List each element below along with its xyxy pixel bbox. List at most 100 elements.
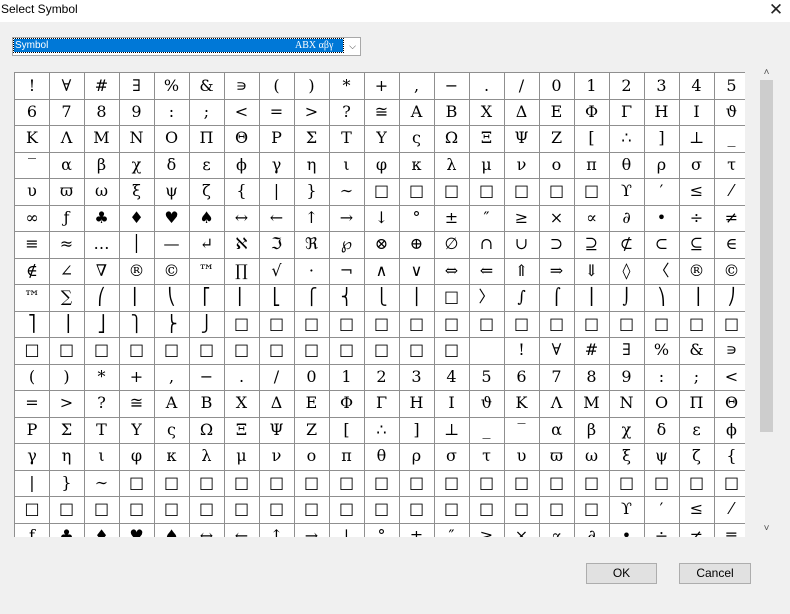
- symbol-cell[interactable]: Υ: [119, 416, 155, 444]
- symbol-cell[interactable]: □: [469, 496, 505, 524]
- symbol-cell[interactable]: ): [294, 72, 330, 100]
- symbol-cell[interactable]: •: [644, 204, 680, 232]
- symbol-cell[interactable]: □: [364, 496, 400, 524]
- symbol-cell[interactable]: τ: [469, 443, 505, 471]
- symbol-cell[interactable]: ξ: [609, 443, 645, 471]
- symbol-cell[interactable]: Π: [189, 125, 225, 153]
- symbol-cell[interactable]: —: [154, 231, 190, 259]
- symbol-cell[interactable]: 6: [14, 98, 50, 126]
- symbol-cell[interactable]: ≈: [49, 231, 85, 259]
- symbol-cell[interactable]: □: [189, 337, 225, 365]
- symbol-cell[interactable]: Ω: [189, 416, 225, 444]
- symbol-cell[interactable]: !: [14, 72, 50, 100]
- symbol-cell[interactable]: □: [154, 337, 190, 365]
- symbol-cell[interactable]: ×: [504, 522, 540, 537]
- symbol-cell[interactable]: ψ: [154, 178, 190, 206]
- symbol-cell[interactable]: ℜ: [294, 231, 330, 259]
- symbol-cell[interactable]: □: [644, 469, 680, 497]
- symbol-cell[interactable]: ↑: [259, 522, 295, 537]
- symbol-cell[interactable]: ♣: [84, 204, 120, 232]
- symbol-cell[interactable]: ν: [259, 443, 295, 471]
- symbol-cell[interactable]: □: [539, 310, 575, 338]
- symbol-cell[interactable]: □: [224, 310, 260, 338]
- symbol-cell[interactable]: Χ: [224, 390, 260, 418]
- symbol-cell[interactable]: ς: [399, 125, 435, 153]
- symbol-cell[interactable]: <: [714, 364, 745, 391]
- symbol-cell[interactable]: ∅: [434, 231, 470, 259]
- symbol-cell[interactable]: Α: [399, 98, 435, 126]
- symbol-cell[interactable]: ω: [84, 178, 120, 206]
- symbol-cell[interactable]: °: [399, 204, 435, 232]
- symbol-cell[interactable]: ≅: [119, 390, 155, 418]
- symbol-cell[interactable]: □: [574, 310, 610, 338]
- symbol-cell[interactable]: ⇑: [504, 257, 540, 285]
- symbol-cell[interactable]: ∼: [84, 469, 120, 497]
- symbol-cell[interactable]: ℘: [329, 231, 365, 259]
- symbol-cell[interactable]: 9: [609, 363, 645, 391]
- symbol-cell[interactable]: >: [49, 390, 85, 418]
- symbol-cell[interactable]: □: [259, 310, 295, 338]
- symbol-cell[interactable]: ≤: [679, 178, 715, 206]
- symbol-cell[interactable]: σ: [434, 443, 470, 471]
- symbol-cell[interactable]: ◊: [609, 257, 645, 285]
- symbol-cell[interactable]: Ν: [119, 125, 155, 153]
- symbol-cell[interactable]: 4: [679, 72, 715, 100]
- symbol-cell[interactable]: ′: [644, 496, 680, 524]
- symbol-cell[interactable]: □: [49, 496, 85, 524]
- symbol-cell[interactable]: θ: [364, 443, 400, 471]
- symbol-cell[interactable]: −: [189, 363, 225, 391]
- symbol-cell[interactable]: π: [329, 443, 365, 471]
- symbol-cell[interactable]: ?: [329, 98, 365, 126]
- symbol-cell[interactable]: □: [154, 496, 190, 524]
- symbol-cell[interactable]: _: [714, 125, 745, 153]
- symbol-cell[interactable]: 7: [539, 363, 575, 391]
- symbol-cell[interactable]: &: [679, 337, 715, 365]
- symbol-cell[interactable]: □: [294, 496, 330, 524]
- symbol-cell[interactable]: [469, 337, 505, 365]
- symbol-cell[interactable]: 9: [119, 98, 155, 126]
- symbol-cell[interactable]: □: [539, 496, 575, 524]
- symbol-cell[interactable]: ⎥: [49, 310, 85, 338]
- symbol-cell[interactable]: □: [504, 178, 540, 206]
- symbol-cell[interactable]: ο: [294, 443, 330, 471]
- symbol-cell[interactable]: ≡: [714, 523, 745, 538]
- symbol-cell[interactable]: ⇒: [539, 257, 575, 285]
- symbol-cell[interactable]: ⌡: [609, 284, 645, 312]
- symbol-cell[interactable]: □: [49, 337, 85, 365]
- symbol-cell[interactable]: .: [224, 363, 260, 391]
- symbol-cell[interactable]: ™: [14, 284, 50, 312]
- symbol-cell[interactable]: ϕ: [714, 417, 745, 444]
- symbol-cell[interactable]: ↵: [189, 231, 225, 259]
- symbol-cell[interactable]: Μ: [84, 125, 120, 153]
- symbol-cell[interactable]: :: [644, 363, 680, 391]
- symbol-cell[interactable]: ]: [399, 416, 435, 444]
- symbol-cell[interactable]: ρ: [399, 443, 435, 471]
- symbol-cell[interactable]: Γ: [609, 98, 645, 126]
- symbol-cell[interactable]: □: [434, 469, 470, 497]
- symbol-cell[interactable]: ∠: [49, 257, 85, 285]
- symbol-cell[interactable]: 4: [434, 363, 470, 391]
- symbol-cell[interactable]: +: [119, 363, 155, 391]
- symbol-cell[interactable]: □: [364, 178, 400, 206]
- symbol-cell[interactable]: □: [399, 178, 435, 206]
- symbol-cell[interactable]: ←: [259, 204, 295, 232]
- symbol-cell[interactable]: □: [644, 310, 680, 338]
- symbol-cell[interactable]: ϒ: [609, 496, 645, 524]
- symbol-cell[interactable]: □: [189, 496, 225, 524]
- symbol-cell[interactable]: Μ: [574, 390, 610, 418]
- ok-button[interactable]: OK: [586, 563, 657, 584]
- symbol-cell[interactable]: ⎬: [154, 310, 190, 338]
- symbol-cell[interactable]: |: [259, 178, 295, 206]
- symbol-cell[interactable]: Τ: [84, 416, 120, 444]
- symbol-cell[interactable]: □: [574, 496, 610, 524]
- symbol-cell[interactable]: □: [434, 496, 470, 524]
- symbol-cell[interactable]: γ: [14, 443, 50, 471]
- symbol-cell[interactable]: □: [504, 310, 540, 338]
- symbol-cell[interactable]: χ: [609, 416, 645, 444]
- symbol-cell[interactable]: □: [399, 496, 435, 524]
- symbol-cell[interactable]: ϕ: [224, 151, 260, 179]
- symbol-cell[interactable]: □: [469, 469, 505, 497]
- symbol-cell[interactable]: κ: [154, 443, 190, 471]
- symbol-cell[interactable]: ∂: [609, 204, 645, 232]
- symbol-cell[interactable]: □: [329, 337, 365, 365]
